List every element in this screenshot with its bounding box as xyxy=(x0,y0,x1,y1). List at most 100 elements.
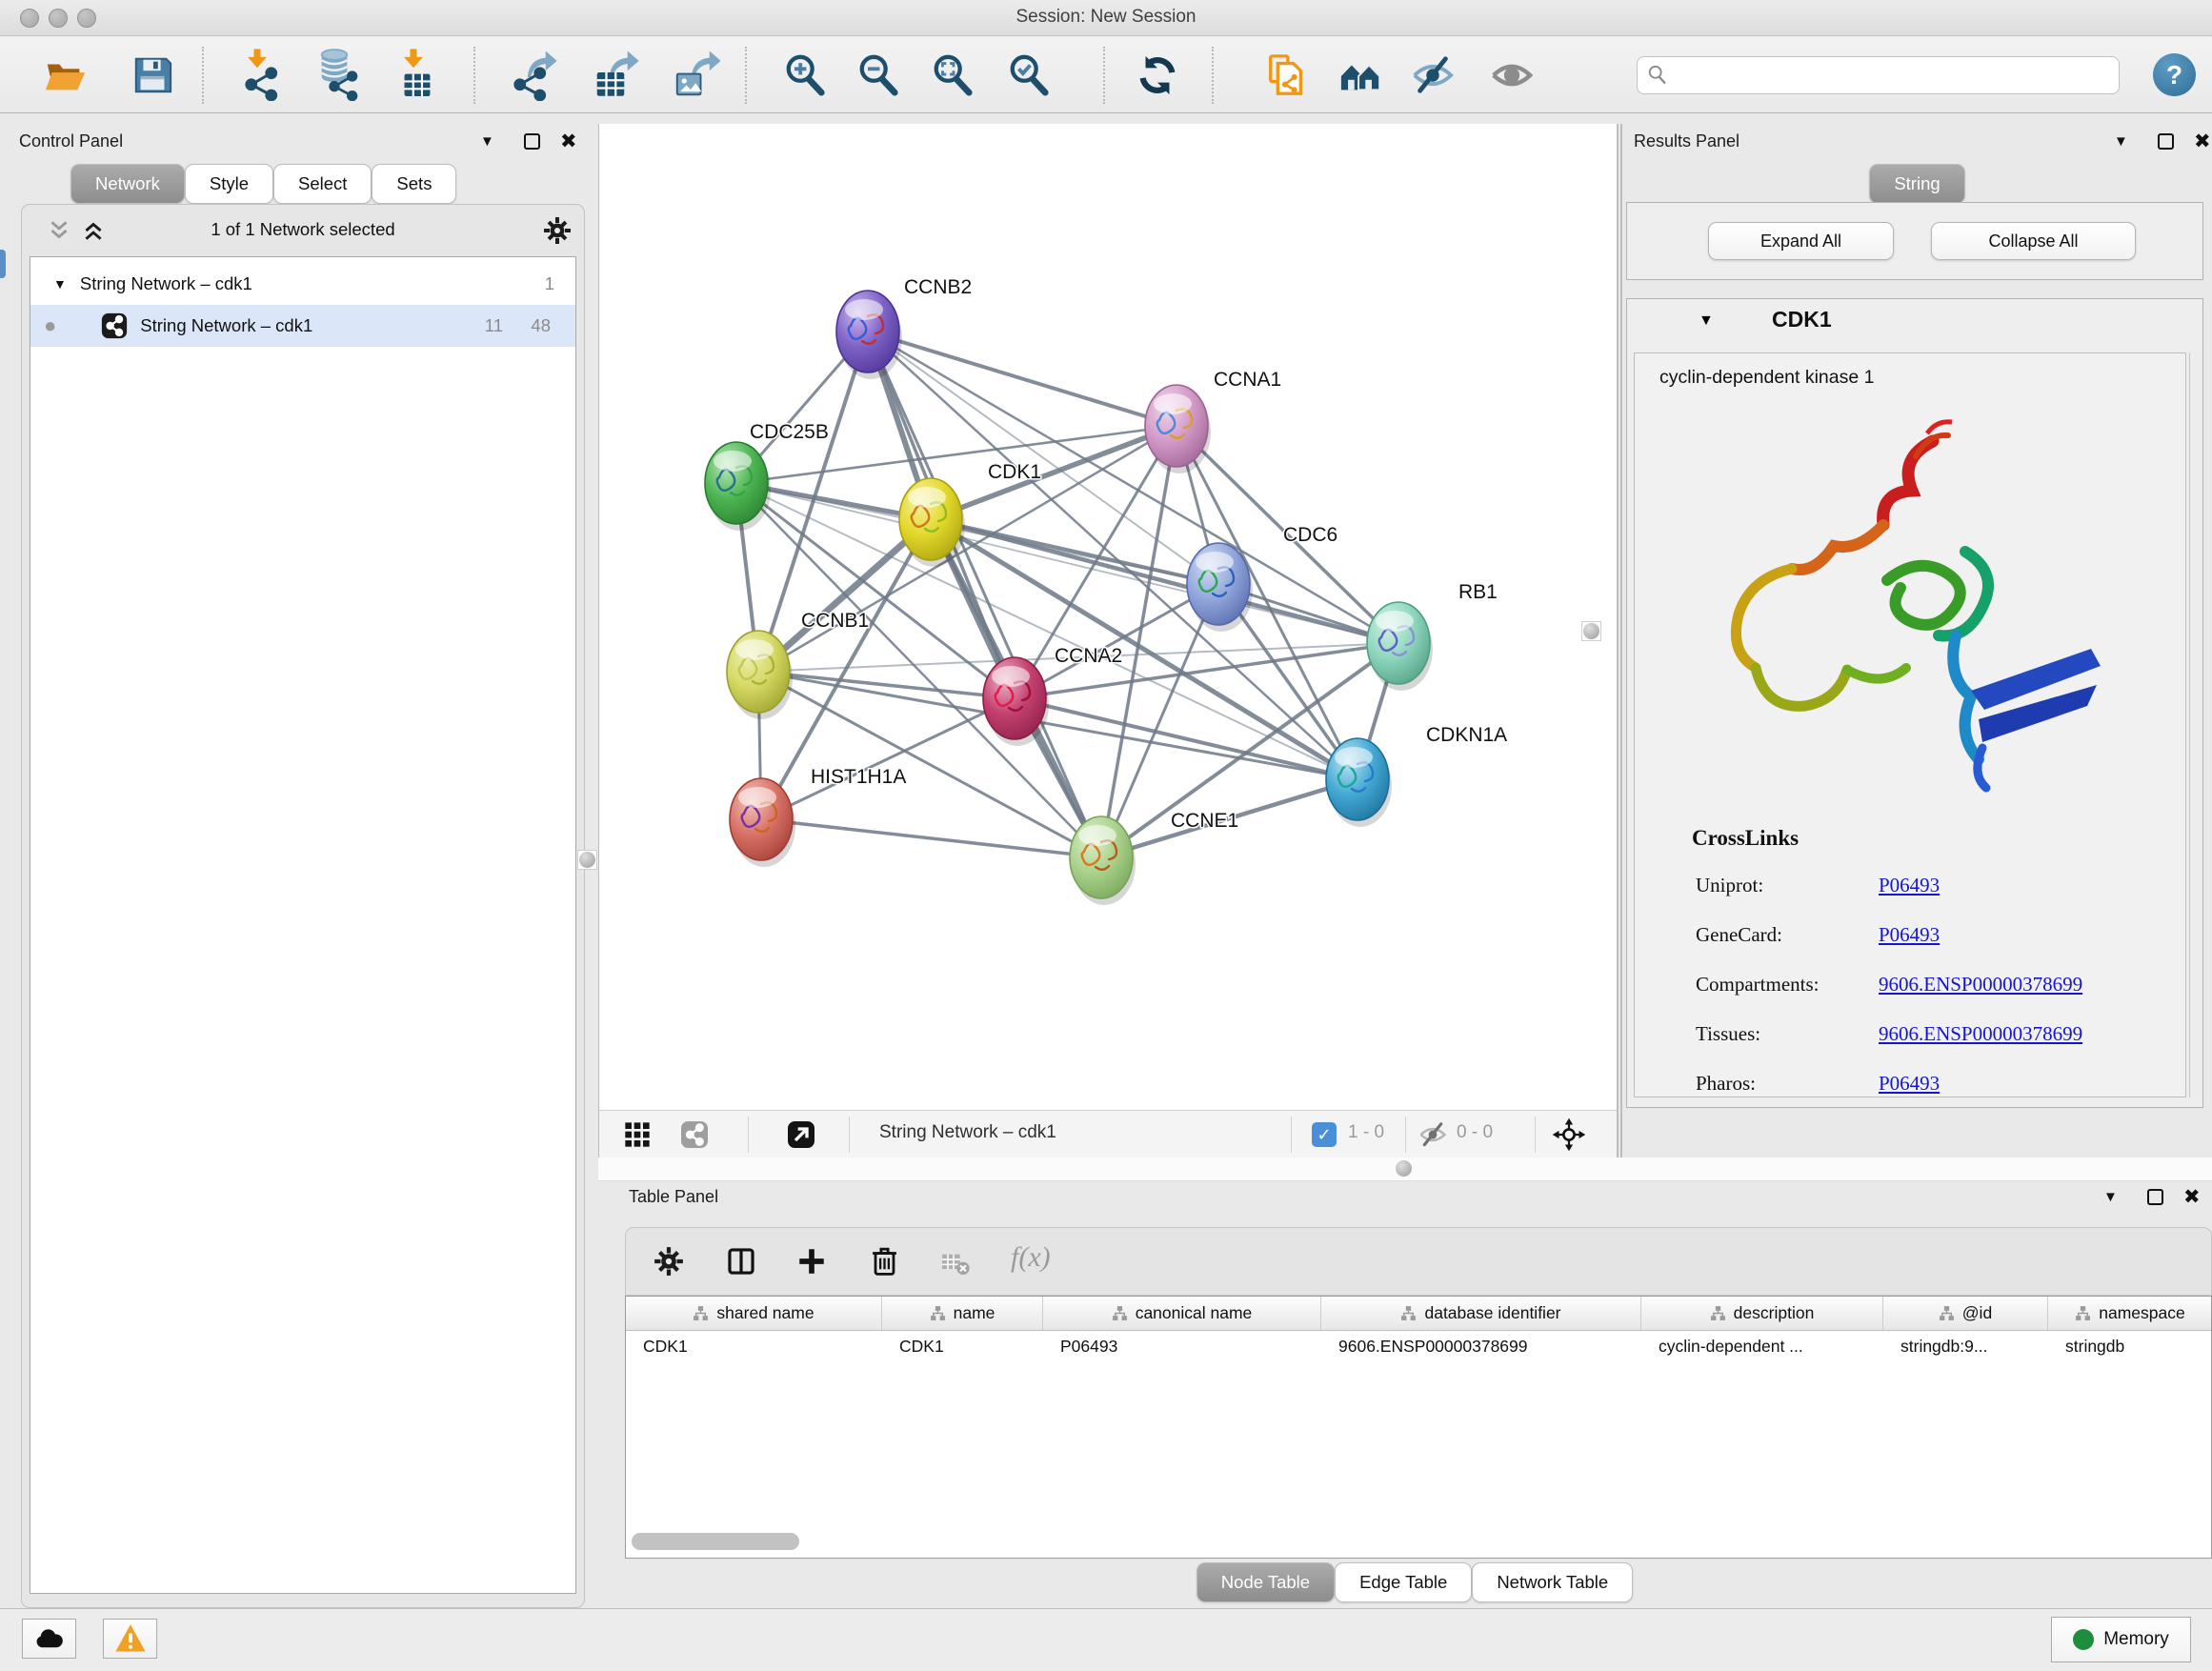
edge-CCNA2-HIST1H1A[interactable] xyxy=(761,698,1015,819)
nested-network-icon[interactable] xyxy=(1338,53,1382,97)
node-table[interactable]: shared namenamecanonical namedatabase id… xyxy=(625,1296,2212,1559)
crosslink-value[interactable]: P06493 xyxy=(1879,874,1940,897)
add-column-icon[interactable] xyxy=(795,1245,828,1278)
table-cell[interactable]: stringdb:9... xyxy=(1883,1331,2048,1365)
import-table-file-icon[interactable] xyxy=(393,53,437,97)
network-node-CCNB2[interactable] xyxy=(836,291,902,379)
tab-select[interactable]: Select xyxy=(273,164,372,204)
network-node-CCNE1[interactable] xyxy=(1070,816,1136,905)
tab-node-table[interactable]: Node Table xyxy=(1196,1562,1335,1602)
node-label-CCNA2: CCNA2 xyxy=(1055,645,1122,667)
column-attr-icon xyxy=(1112,1305,1128,1321)
crosslink-value[interactable]: 9606.ENSP00000378699 xyxy=(1879,973,2082,997)
table-row[interactable]: CDK1CDK1P064939606.ENSP00000378699cyclin… xyxy=(626,1331,2211,1365)
node-count: 11 xyxy=(485,315,503,336)
panel-close-icon[interactable]: ✖ xyxy=(2183,1189,2201,1205)
open-session-icon[interactable] xyxy=(43,53,87,97)
network-row-selected[interactable]: ● String Network – cdk1 11 48 xyxy=(30,305,575,347)
help-icon[interactable]: ? xyxy=(2153,53,2196,96)
edge-CDC6-CCNA2[interactable] xyxy=(1015,584,1218,698)
table-splitter[interactable] xyxy=(598,1158,2212,1181)
panel-float-icon[interactable] xyxy=(2147,1189,2163,1205)
export-table-icon[interactable] xyxy=(593,53,637,97)
table-cell[interactable]: 9606.ENSP00000378699 xyxy=(1321,1331,1641,1365)
network-bullet-icon: ● xyxy=(44,313,56,338)
search-box[interactable] xyxy=(1637,56,2120,94)
edge-HIST1H1A-CCNE1[interactable] xyxy=(761,819,1101,857)
delete-column-icon[interactable] xyxy=(868,1244,901,1278)
column-header-description[interactable]: description xyxy=(1641,1297,1883,1330)
collapse-all-button[interactable]: Collapse All xyxy=(1931,222,2136,260)
import-network-database-icon[interactable] xyxy=(315,53,359,97)
table-options-gear-icon[interactable] xyxy=(653,1245,685,1278)
expand-all-button[interactable]: Expand All xyxy=(1708,222,1894,260)
table-splitter-handle[interactable] xyxy=(1396,1160,1412,1177)
open-in-window-icon[interactable] xyxy=(786,1119,816,1150)
cloud-button[interactable] xyxy=(22,1619,76,1659)
crosslink-value[interactable]: P06493 xyxy=(1879,1072,1940,1096)
zoom-selected-icon[interactable] xyxy=(1007,53,1051,97)
column-header-id[interactable]: @id xyxy=(1883,1297,2048,1330)
search-input[interactable] xyxy=(1668,66,2119,85)
network-node-CCNA2[interactable] xyxy=(983,657,1049,746)
network-collection-row[interactable]: ▼ String Network – cdk1 1 xyxy=(30,263,575,305)
zoom-fit-icon[interactable] xyxy=(931,53,975,97)
warnings-button[interactable] xyxy=(103,1619,157,1659)
table-cell[interactable]: cyclin-dependent ... xyxy=(1641,1331,1883,1365)
panel-float-icon[interactable] xyxy=(524,133,540,150)
column-header-namespace[interactable]: namespace xyxy=(2048,1297,2212,1330)
export-network-icon[interactable] xyxy=(513,53,557,97)
show-all-icon[interactable] xyxy=(1490,53,1534,97)
network-options-gear-icon[interactable] xyxy=(542,215,573,246)
selected-checkbox[interactable]: ✓ xyxy=(1312,1122,1337,1147)
save-session-icon[interactable] xyxy=(131,53,174,97)
table-cell[interactable]: stringdb xyxy=(2048,1331,2212,1365)
panel-menu-caret-icon[interactable]: ▼ xyxy=(480,133,494,150)
edge-CCNB2-CCNA1[interactable] xyxy=(868,332,1176,426)
column-header-databaseidentifier[interactable]: database identifier xyxy=(1321,1297,1641,1330)
memory-button[interactable]: Memory xyxy=(2051,1617,2191,1662)
fit-selected-crosshair-icon[interactable] xyxy=(1552,1117,1586,1152)
network-view[interactable]: CCNB2CCNA1CDC25BCDK1CDC6RB1CCNB1CCNA2CDK… xyxy=(598,124,1617,1110)
panel-menu-caret-icon[interactable]: ▼ xyxy=(2114,133,2128,150)
birdseye-share-icon[interactable] xyxy=(679,1119,710,1150)
tab-string[interactable]: String xyxy=(1869,164,1964,204)
network-node-CCNB1[interactable] xyxy=(727,631,793,719)
network-node-HIST1H1A[interactable] xyxy=(730,778,795,867)
section-collapse-icon[interactable]: ▼ xyxy=(1699,312,1714,330)
network-node-RB1[interactable] xyxy=(1367,602,1433,691)
results-scrollbar[interactable] xyxy=(2189,352,2201,1097)
zoom-out-icon[interactable] xyxy=(856,53,900,97)
grid-view-icon[interactable] xyxy=(622,1119,653,1150)
panel-menu-caret-icon[interactable]: ▼ xyxy=(2103,1189,2118,1205)
table-cell[interactable]: CDK1 xyxy=(882,1331,1043,1365)
tab-sets[interactable]: Sets xyxy=(372,164,456,204)
tab-style[interactable]: Style xyxy=(185,164,273,204)
panel-float-icon[interactable] xyxy=(2158,133,2174,150)
import-network-file-icon[interactable] xyxy=(237,53,281,97)
network-node-CDKN1A[interactable] xyxy=(1326,738,1392,827)
tab-network-table[interactable]: Network Table xyxy=(1472,1562,1633,1602)
table-hscrollbar[interactable] xyxy=(632,1533,799,1550)
panel-close-icon[interactable]: ✖ xyxy=(560,133,577,150)
tab-network[interactable]: Network xyxy=(70,164,185,204)
panel-close-icon[interactable]: ✖ xyxy=(2194,133,2211,150)
column-header-canonicalname[interactable]: canonical name xyxy=(1043,1297,1321,1330)
crosslink-value[interactable]: 9606.ENSP00000378699 xyxy=(1879,1022,2082,1046)
collapsed-panel-tab[interactable] xyxy=(0,250,6,278)
first-neighbors-icon[interactable] xyxy=(1264,53,1308,97)
right-splitter-handle[interactable] xyxy=(1581,621,1601,641)
tab-edge-table[interactable]: Edge Table xyxy=(1335,1562,1472,1602)
column-header-name[interactable]: name xyxy=(882,1297,1043,1330)
update-network-icon[interactable] xyxy=(1136,53,1179,97)
tree-expander-icon[interactable]: ▼ xyxy=(53,276,67,292)
hide-selected-icon[interactable] xyxy=(1411,53,1455,97)
column-header-sharedname[interactable]: shared name xyxy=(626,1297,882,1330)
export-image-icon[interactable] xyxy=(674,53,717,97)
show-columns-icon[interactable] xyxy=(725,1245,757,1278)
left-splitter-handle[interactable] xyxy=(577,850,597,870)
crosslink-value[interactable]: P06493 xyxy=(1879,923,1940,947)
table-cell[interactable]: P06493 xyxy=(1043,1331,1321,1365)
table-cell[interactable]: CDK1 xyxy=(626,1331,882,1365)
zoom-in-icon[interactable] xyxy=(783,53,827,97)
